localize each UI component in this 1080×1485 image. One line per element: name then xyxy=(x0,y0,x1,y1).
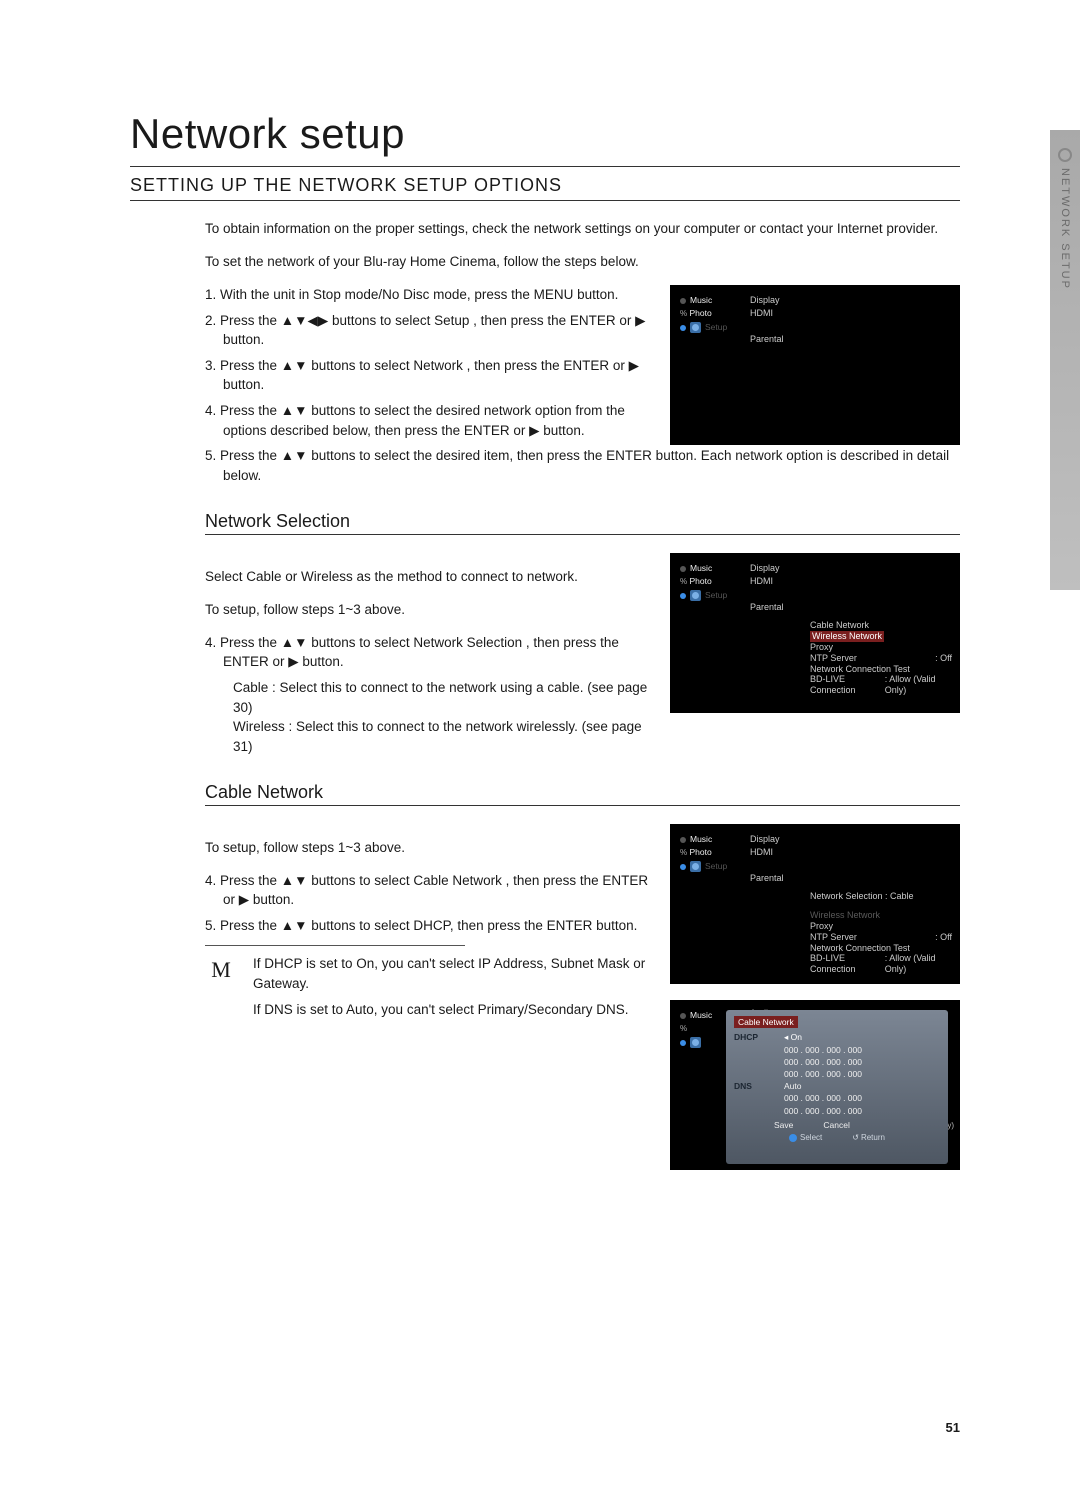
sub-rule-2 xyxy=(205,805,960,806)
dialog-cancel-button[interactable]: Cancel xyxy=(823,1120,849,1130)
page-title: Network setup xyxy=(130,110,960,158)
step-5: 5. Press the ▲▼ buttons to select the de… xyxy=(205,446,960,485)
ns-step-4: 4. Press the ▲▼ buttons to select Networ… xyxy=(205,633,652,672)
headphones-icon xyxy=(1058,148,1072,162)
cn-step-4: 4. Press the ▲▼ buttons to select Cable … xyxy=(205,871,652,910)
cn-step-5: 5. Press the ▲▼ buttons to select DHCP, … xyxy=(205,916,652,936)
ns-cable-desc: Cable : Select this to connect to the ne… xyxy=(233,678,652,717)
sub-rule-1 xyxy=(205,534,960,535)
tv-screenshot-4: Music % Audio Valid Only) Cable Network … xyxy=(670,1000,960,1170)
step-2: 2. Press the ▲▼◀▶ buttons to select Setu… xyxy=(205,311,652,350)
page-content: Network setup SETTING UP THE NETWORK SET… xyxy=(0,0,1080,1170)
ns-wireless-desc: Wireless : Select this to connect to the… xyxy=(233,717,652,756)
network-selection-block: Select Cable or Wireless as the method t… xyxy=(205,553,960,756)
dialog-foot-return: Return xyxy=(852,1133,885,1143)
tv-screenshot-1: Music % Photo Setup Display HDMI Parenta… xyxy=(670,285,960,445)
section-tab: NETWORK SETUP xyxy=(1050,130,1080,590)
intro-2: To set the network of your Blu-ray Home … xyxy=(205,252,960,272)
cable-network-block: To setup, follow steps 1~3 above. 4. Pre… xyxy=(205,824,960,1170)
dialog-foot-select: Select xyxy=(789,1133,822,1143)
cn-para-1: To setup, follow steps 1~3 above. xyxy=(205,838,652,858)
body: To obtain information on the proper sett… xyxy=(130,219,960,1170)
section-rule xyxy=(130,200,960,201)
note-icon: M xyxy=(205,954,237,986)
note-line-2: If DNS is set to Auto, you can't select … xyxy=(253,1000,652,1020)
subheading-network-selection: Network Selection xyxy=(205,511,960,532)
step-3: 3. Press the ▲▼ buttons to select Networ… xyxy=(205,356,652,395)
note-line-1: If DHCP is set to On, you can't select I… xyxy=(253,954,652,993)
subheading-cable-network: Cable Network xyxy=(205,782,960,803)
tv-screenshot-2: Music % Photo Setup Display HDMI Parenta… xyxy=(670,553,960,713)
cable-network-dialog: Cable Network DHCP◂ On 000 . 000 . 000 .… xyxy=(726,1010,948,1164)
note-rule xyxy=(205,945,465,946)
ns-para-2: To setup, follow steps 1~3 above. xyxy=(205,600,652,620)
title-rule xyxy=(130,166,960,167)
dialog-header: Cable Network xyxy=(734,1016,798,1028)
section-tab-label: NETWORK SETUP xyxy=(1059,168,1071,290)
note-block: M If DHCP is set to On, you can't select… xyxy=(205,954,652,1019)
tv-screenshot-3: Music % Photo Setup Display HDMI Parenta… xyxy=(670,824,960,984)
page-number: 51 xyxy=(946,1420,960,1435)
intro-1: To obtain information on the proper sett… xyxy=(205,219,960,239)
dialog-save-button[interactable]: Save xyxy=(774,1120,793,1130)
top-steps-block: 1. With the unit in Stop mode/No Disc mo… xyxy=(205,285,960,446)
step-1: 1. With the unit in Stop mode/No Disc mo… xyxy=(205,285,652,305)
step-4: 4. Press the ▲▼ buttons to select the de… xyxy=(205,401,652,440)
section-heading: SETTING UP THE NETWORK SETUP OPTIONS xyxy=(130,175,960,196)
ns-para-1: Select Cable or Wireless as the method t… xyxy=(205,567,652,587)
